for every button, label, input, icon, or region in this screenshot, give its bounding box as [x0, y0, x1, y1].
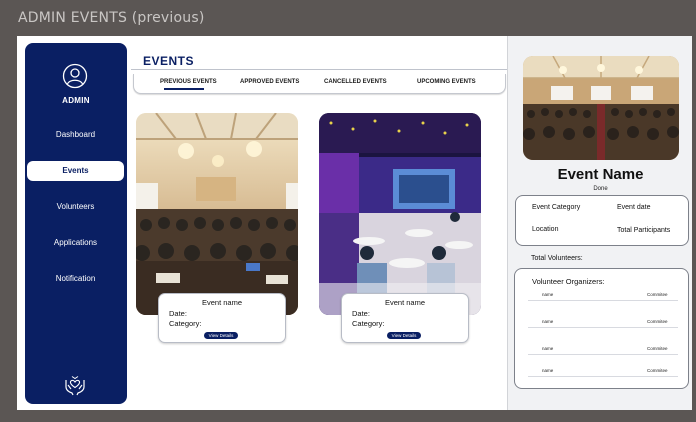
organizer-name: name: [542, 319, 554, 324]
admin-label: ADMIN: [62, 96, 90, 105]
organizer-row: name Commitee: [528, 367, 678, 377]
tab-previous-events[interactable]: PREVIOUS EVENTS: [160, 79, 217, 85]
organizer-role: Commitee: [647, 346, 668, 351]
event-card-info: Event name Date: Category: View Details: [341, 293, 469, 343]
event-date-label: Date:: [169, 309, 187, 318]
total-participants-field: Total Participants: [617, 227, 671, 234]
location-field: Location: [532, 226, 559, 233]
sidebar-item-notification[interactable]: Notification: [27, 269, 124, 289]
event-category-label: Category:: [352, 319, 385, 328]
event-date-label: Date:: [352, 309, 370, 318]
organizer-row: name Commitee: [528, 345, 678, 355]
app-canvas: ADMIN Dashboard Events Volunteers Applic…: [17, 36, 692, 410]
volunteer-organizers-box: Volunteer Organizers: name Commitee name…: [514, 268, 689, 389]
event-name: Event name: [384, 298, 426, 307]
event-card-photo[interactable]: [136, 113, 298, 315]
sidebar-item-dashboard[interactable]: Dashboard: [27, 125, 124, 145]
tab-cancelled-events[interactable]: CANCELLED EVENTS: [324, 79, 387, 85]
frame-title: ADMIN EVENTS (previous): [18, 10, 205, 26]
event-info-box: Event Category Event date Location Total…: [515, 195, 689, 246]
user-avatar-icon[interactable]: [62, 63, 88, 89]
event-category-field: Event Category: [532, 204, 581, 211]
event-card-info: Event name Date: Category: View Details: [158, 293, 286, 343]
organizer-row: name Commitee: [528, 318, 678, 328]
event-card-photo[interactable]: [319, 113, 481, 315]
organizer-name: name: [542, 292, 554, 297]
organizer-role: Commitee: [647, 319, 668, 324]
organizer-name: name: [542, 368, 554, 373]
organizer-name: name: [542, 346, 554, 351]
sidebar: ADMIN Dashboard Events Volunteers Applic…: [25, 43, 127, 404]
hands-heart-logo-icon: [65, 376, 85, 396]
volunteer-organizers-label: Volunteer Organizers:: [532, 277, 605, 286]
page-title: EVENTS: [143, 54, 195, 68]
event-tabs: PREVIOUS EVENTS APPROVED EVENTS CANCELLE…: [133, 74, 506, 94]
sidebar-item-applications[interactable]: Applications: [27, 233, 124, 253]
event-photo: [523, 56, 679, 160]
tab-upcoming-events[interactable]: UPCOMING EVENTS: [417, 79, 476, 85]
event-title: Event Name: [557, 166, 644, 183]
organizer-role: Commitee: [647, 368, 668, 373]
tab-approved-events[interactable]: APPROVED EVENTS: [240, 79, 299, 85]
event-date-field: Event date: [617, 204, 651, 211]
event-details-panel: Event Name Done Event Category Event dat…: [507, 36, 692, 410]
organizer-row: name Commitee: [528, 291, 678, 301]
event-name: Event name: [201, 298, 243, 307]
active-tab-indicator: [164, 88, 204, 90]
view-details-button[interactable]: View Details: [387, 332, 421, 339]
view-details-button[interactable]: View Details: [204, 332, 238, 339]
total-volunteers-label: Total Volunteers:: [531, 255, 583, 262]
sidebar-item-volunteers[interactable]: Volunteers: [27, 197, 124, 217]
organizer-role: Commitee: [647, 292, 668, 297]
sidebar-item-events[interactable]: Events: [27, 161, 124, 181]
event-status: Done: [593, 186, 608, 192]
title-divider: [131, 69, 507, 70]
event-category-label: Category:: [169, 319, 202, 328]
